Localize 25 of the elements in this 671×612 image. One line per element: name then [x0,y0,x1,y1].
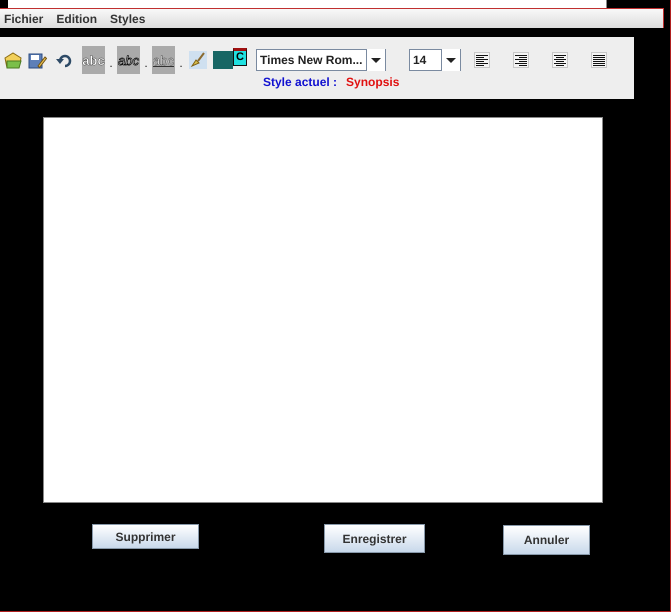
separator-dot: . [143,55,149,70]
align-left-icon[interactable] [474,52,490,68]
text-color-swatch[interactable] [213,51,233,69]
menu-item[interactable]: Fichier [4,12,44,26]
align-right-icon[interactable] [513,52,529,68]
current-style-label: Style actuel : [263,75,338,89]
brush-icon[interactable] [189,51,207,69]
color-picker-button[interactable]: C [233,48,247,66]
caret-icon [366,49,385,71]
open-folder-icon[interactable] [4,52,23,68]
dialog-button[interactable]: Enregistrer [324,524,425,553]
current-style-value: Synopsis [346,75,400,89]
caret-icon [441,49,460,71]
separator-dot: . [108,55,114,70]
font-dropdown[interactable]: Times New Rom... [256,49,386,71]
align-center-icon[interactable] [552,52,568,68]
undo-icon[interactable] [56,52,72,68]
font-size-dropdown[interactable]: 14 [409,49,461,71]
align-justify-icon[interactable] [591,52,607,68]
menu-item[interactable]: Edition [56,12,98,26]
dialog-button[interactable]: Annuler [503,525,590,555]
menu-item[interactable]: Styles [110,12,146,26]
separator-dot: . [178,55,184,70]
dialog-button[interactable]: Supprimer [92,524,199,549]
save-edit-icon[interactable] [28,52,47,68]
